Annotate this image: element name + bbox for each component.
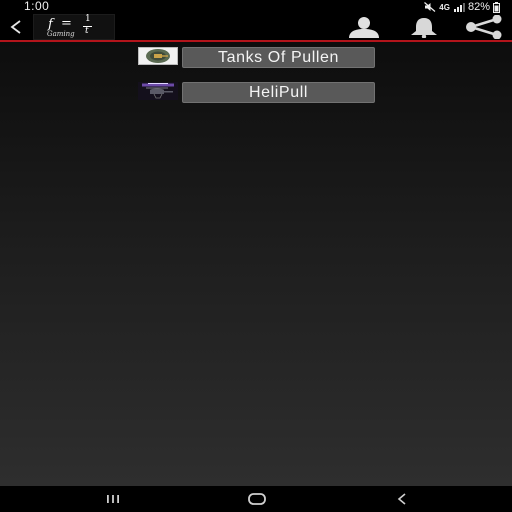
share-button[interactable] [462,15,506,39]
system-back-button[interactable] [382,490,422,508]
helipull-button[interactable]: HeliPull [182,82,375,103]
tanks-thumbnail [138,47,178,65]
network-type: 4G [439,2,450,12]
recent-apps-button[interactable] [93,490,133,508]
home-button[interactable] [237,490,277,508]
logo-subtitle: Gaming [47,30,75,38]
logo-denominator: t [85,26,89,36]
logo-numerator: 1 [85,14,91,24]
logo-equals: = [61,16,72,31]
helipull-thumbnail [138,82,178,100]
signal-icon [453,3,465,12]
mute-icon [424,2,436,12]
home-icon [248,493,266,505]
profile-button[interactable] [344,15,384,39]
tank-emblem-icon [146,49,170,63]
system-nav-bar [0,486,512,512]
game-list: Tanks Of Pullen HeliPull [0,42,512,486]
battery-percent: 82% [467,1,490,13]
bell-icon [411,18,437,38]
profile-icon [349,17,379,38]
status-time: 1:00 [24,0,50,13]
status-bar: 1:00 4G 82% [0,0,512,13]
app-logo: f = 1 t Gaming [33,14,115,40]
status-icons: 4G 82% [424,1,500,13]
back-icon [397,493,406,505]
helicopter-icon [138,82,178,100]
tanks-of-pullen-button[interactable]: Tanks Of Pullen [182,47,375,68]
back-button[interactable] [6,16,26,38]
battery-icon [493,1,500,13]
notifications-button[interactable] [404,15,444,39]
recent-apps-icon [107,495,119,503]
share-icon [466,15,502,39]
back-icon [10,20,21,34]
app-bar: f = 1 t Gaming [0,13,512,40]
